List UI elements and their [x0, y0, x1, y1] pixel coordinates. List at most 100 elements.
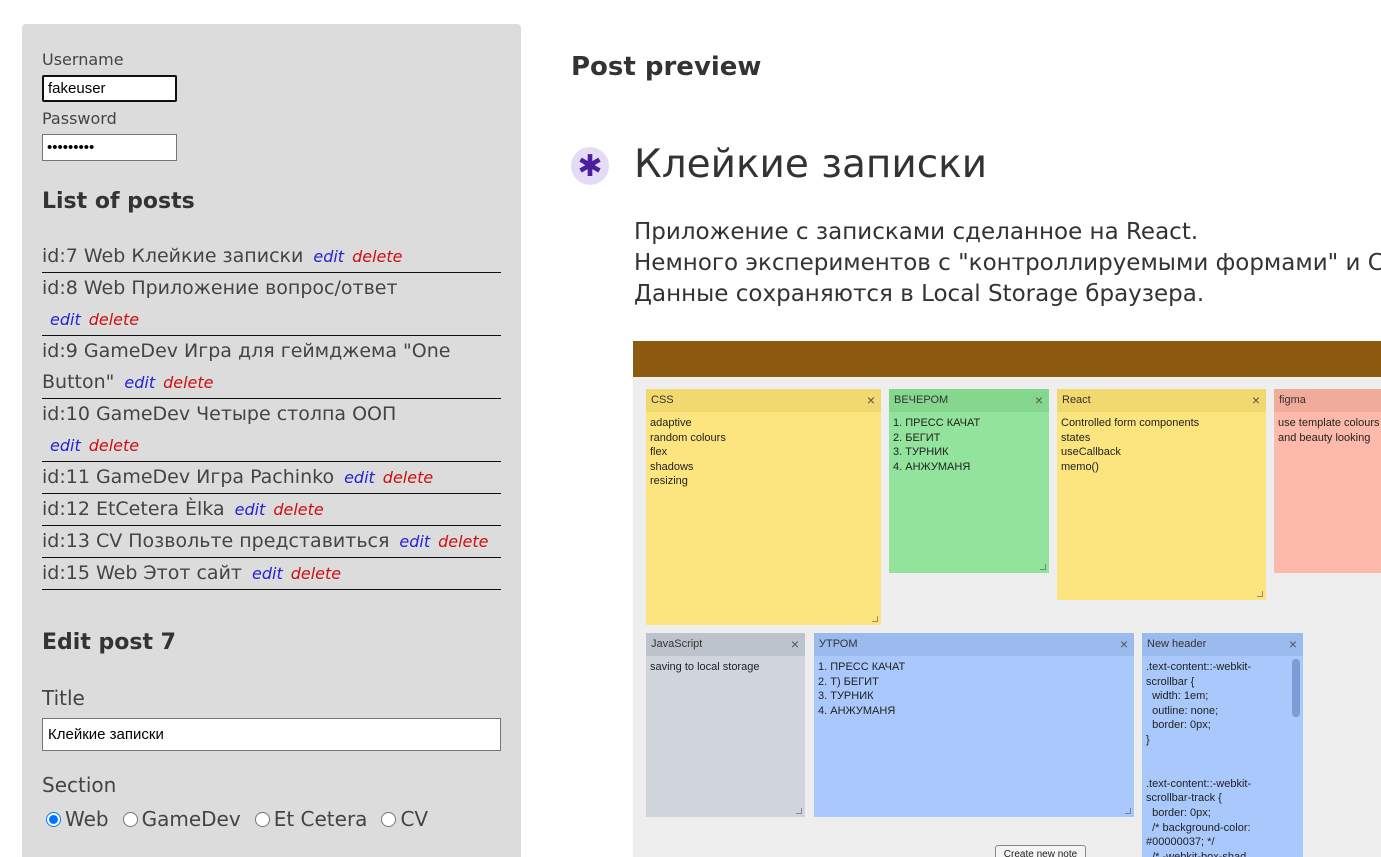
create-note-button: Create new note	[995, 845, 1086, 857]
edit-link[interactable]: edit	[124, 373, 155, 392]
note-body: Controlled form components states useCal…	[1061, 417, 1200, 473]
username-input[interactable]	[42, 75, 177, 102]
note-header: ВЕЧЕРОМ ×	[889, 389, 1049, 412]
app-screenshot-image: CSS × adaptive random colours flex shadow…	[633, 341, 1381, 857]
scrollbar	[1292, 659, 1300, 717]
delete-link[interactable]: delete	[89, 436, 139, 455]
note-css: CSS × adaptive random colours flex shadow…	[646, 389, 881, 625]
post-text: id:11 GameDev Игра Pachinko	[42, 466, 335, 488]
note-header: CSS ×	[646, 389, 881, 412]
edit-link[interactable]: edit	[235, 500, 266, 519]
radio-button[interactable]	[381, 811, 397, 827]
edit-link[interactable]: edit	[313, 247, 344, 266]
password-input[interactable]	[42, 134, 177, 161]
preview-post-body: Приложение с записками сделанное на Reac…	[634, 217, 1381, 310]
post-row: id:8 Web Приложение вопрос/ответ edit dele…	[42, 273, 501, 336]
note-body: adaptive random colours flex shadows res…	[650, 417, 726, 488]
close-icon: ×	[866, 392, 875, 408]
radio-button[interactable]	[122, 811, 138, 827]
note-header-text: CSS	[651, 394, 674, 406]
post-row: id:12 EtCetera Èlka edit delete	[42, 494, 501, 526]
edit-link[interactable]: edit	[50, 436, 81, 455]
note-header-text: React	[1062, 394, 1091, 406]
edit-link[interactable]: edit	[50, 310, 81, 329]
edit-post-heading: Edit post 7	[42, 630, 176, 655]
close-icon: ×	[790, 636, 799, 652]
screenshot-topbar	[633, 341, 1381, 377]
section-label: Section	[42, 773, 117, 797]
note-body: .text-content::-webkit- scrollbar { widt…	[1146, 661, 1252, 857]
post-row: id:10 GameDev Четыре столпа ООП edit delet…	[42, 399, 501, 462]
preview-heading: Post preview	[571, 52, 762, 82]
note-header-text: УТРОМ	[819, 638, 858, 650]
post-row: id:13 CV Позвольте представиться edit dele…	[42, 526, 501, 558]
resize-grip-icon	[1125, 808, 1131, 814]
note-header: figma	[1274, 389, 1381, 412]
title-input[interactable]	[42, 718, 501, 751]
close-icon: ×	[1119, 636, 1128, 652]
delete-link[interactable]: delete	[163, 373, 213, 392]
radio-label: CV	[400, 807, 429, 831]
edit-link[interactable]: edit	[399, 532, 430, 551]
delete-link[interactable]: delete	[291, 564, 341, 583]
radio-button[interactable]	[254, 811, 270, 827]
close-icon: ×	[1288, 636, 1297, 652]
section-radio-group: Web GameDev Et Cetera CV	[46, 807, 442, 831]
section-radio-cv[interactable]: CV	[381, 807, 428, 831]
delete-link[interactable]: delete	[438, 532, 488, 551]
note-header: JavaScript ×	[646, 633, 805, 656]
post-text: id:8 Web Приложение вопрос/ответ	[42, 277, 398, 299]
delete-link[interactable]: delete	[352, 247, 402, 266]
edit-link[interactable]: edit	[252, 564, 283, 583]
resize-grip-icon	[796, 808, 802, 814]
edit-link[interactable]: edit	[344, 468, 375, 487]
resize-grip-icon	[1257, 591, 1263, 597]
post-row: id:9 GameDev Игра для геймджема "One But…	[42, 336, 501, 399]
note-new-header: New header × .text-content::-webkit- scro…	[1142, 633, 1303, 857]
note-header-text: ВЕЧЕРОМ	[894, 394, 949, 406]
delete-link[interactable]: delete	[89, 310, 139, 329]
section-radio-etcetera[interactable]: Et Cetera	[254, 807, 368, 831]
close-icon: ×	[1034, 392, 1043, 408]
section-radio-web[interactable]: Web	[46, 807, 109, 831]
radio-label: Web	[65, 807, 109, 831]
note-body: 1. ПРЕСС КАЧАТ 2. БЕГИТ 3. ТУРНИК 4. АНЖ…	[893, 417, 981, 473]
note-react: React × Controlled form components states…	[1057, 389, 1266, 600]
post-row: id:11 GameDev Игра Pachinko edit delete	[42, 462, 501, 494]
body-line: Данные сохраняются в Local Storage брауз…	[634, 281, 1205, 307]
post-text: id:13 CV Позвольте представиться	[42, 530, 390, 552]
delete-link[interactable]: delete	[273, 500, 323, 519]
posts-list: id:7 Web Клейкие записки edit delete id:8 …	[42, 241, 501, 590]
post-text: id:10 GameDev Четыре столпа ООП	[42, 403, 397, 425]
note-header: React ×	[1057, 389, 1266, 412]
resize-grip-icon	[1040, 564, 1046, 570]
password-label: Password	[42, 109, 117, 128]
note-body: saving to local storage	[650, 661, 760, 673]
delete-link[interactable]: delete	[383, 468, 433, 487]
section-radio-gamedev[interactable]: GameDev	[122, 807, 241, 831]
username-label: Username	[42, 50, 124, 69]
note-javascript: JavaScript × saving to local storage	[646, 633, 805, 817]
note-header-text: figma	[1279, 394, 1306, 406]
note-figma: figma use template colours and beauty lo…	[1274, 389, 1381, 573]
radio-label: GameDev	[141, 807, 241, 831]
close-icon: ×	[1251, 392, 1260, 408]
post-text: id:9 GameDev Игра для геймджема "One But…	[42, 340, 451, 393]
note-body: 1. ПРЕСС КАЧАТ 2. Т) БЕГИТ 3. ТУРНИК 4. …	[818, 661, 906, 717]
radio-button[interactable]	[46, 811, 61, 827]
note-header: New header ×	[1142, 633, 1303, 656]
body-line: Приложение с записками сделанное на Reac…	[634, 219, 1199, 245]
radio-label: Et Cetera	[273, 807, 368, 831]
note-header-text: New header	[1147, 638, 1207, 650]
note-morning: УТРОМ × 1. ПРЕСС КАЧАТ 2. Т) БЕГИТ 3. ТУР…	[814, 633, 1134, 817]
post-text: id:12 EtCetera Èlka	[42, 498, 225, 520]
admin-panel: Username Password List of posts id:7 Web…	[22, 24, 521, 857]
resize-grip-icon	[872, 616, 878, 622]
posts-heading: List of posts	[42, 189, 195, 214]
post-text: id:15 Web Этот сайт	[42, 562, 242, 584]
body-line: Немного экспериментов с "контроллируемым…	[634, 250, 1381, 276]
note-evening: ВЕЧЕРОМ × 1. ПРЕСС КАЧАТ 2. БЕГИТ 3. ТУРН…	[889, 389, 1049, 573]
asterisk-icon: ✱	[571, 147, 609, 185]
post-row: id:15 Web Этот сайт edit delete	[42, 558, 501, 590]
title-label: Title	[42, 686, 85, 710]
